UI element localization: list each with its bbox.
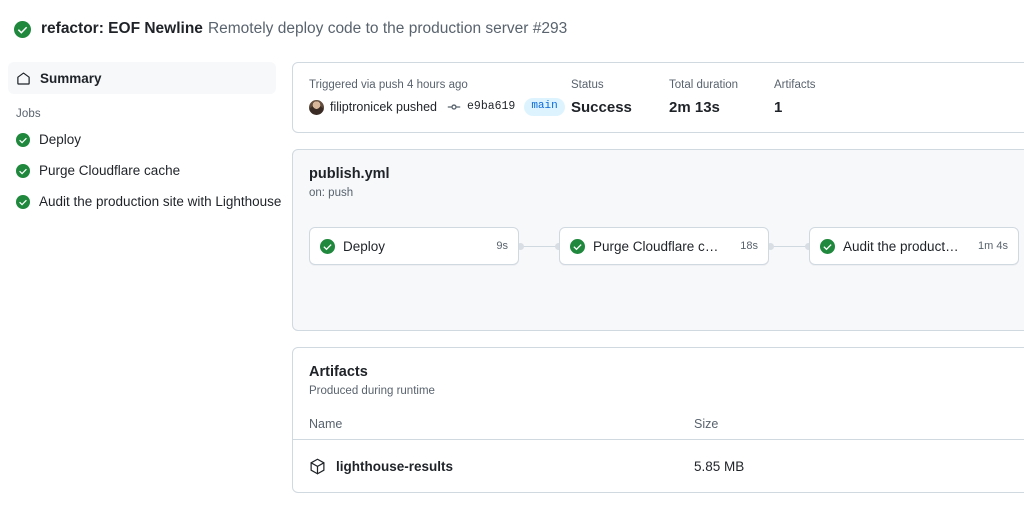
graph-node-audit-lighthouse[interactable]: Audit the production site ... 1m 4s [809,227,1019,265]
duration-value: 2m 13s [669,99,720,116]
check-circle-icon [14,20,31,38]
sidebar: Summary Jobs Deploy Purge Cloudflare cac… [0,56,292,217]
workflow-run-title: Remotely deploy code to the production s… [207,20,568,37]
artifacts-header: Artifacts Produced during runtime [293,348,1024,399]
graph-node-purge-cloudflare-cache[interactable]: Purge Cloudflare cache 18s [559,227,769,265]
main-content: Triggered via push 4 hours ago filiptron… [292,56,1024,506]
page-layout: Summary Jobs Deploy Purge Cloudflare cac… [0,56,1024,506]
artifact-size: 5.85 MB [694,458,745,474]
page-title: refactor: EOF Newline Remotely deploy cod… [41,19,567,39]
check-circle-icon [16,132,30,147]
trigger-actor-line: filiptronicek pushed e9ba619 main [309,98,571,116]
home-icon [16,71,31,86]
branch-badge[interactable]: main [524,98,565,116]
commit-sha[interactable]: e9ba619 [467,98,515,116]
graph-node-label: Purge Cloudflare cache [593,238,723,254]
duration-label: Total duration [669,79,739,91]
graph-node-deploy[interactable]: Deploy 9s [309,227,519,265]
run-header: refactor: EOF Newline Remotely deploy cod… [0,0,1024,56]
run-summary-card: Triggered via push 4 hours ago filiptron… [292,62,1024,133]
run-summary-row: Triggered via push 4 hours ago filiptron… [309,77,1023,118]
check-circle-icon [320,238,335,254]
artifacts-card: Artifacts Produced during runtime Name S… [292,347,1024,493]
sidebar-item-summary[interactable]: Summary [8,62,276,94]
status-column: Status Success [571,77,669,118]
sidebar-item-job-purge-cloudflare-cache[interactable]: Purge Cloudflare cache [8,155,276,186]
workflow-graph-canvas: Deploy 9s Purge Cloudflare cache 18s Aud… [293,227,1024,267]
workflow-trigger-event: on: push [309,187,354,199]
workflow-graph-card: publish.yml on: push Deploy 9s Purge Clo… [292,149,1024,331]
artifact-name-cell: lighthouse-results [309,458,694,475]
graph-node-duration: 1m 4s [978,240,1008,252]
trigger-column: Triggered via push 4 hours ago filiptron… [309,77,571,116]
artifacts-label: Artifacts [774,79,816,91]
graph-connector [769,246,809,247]
check-circle-icon [820,238,835,254]
sidebar-item-job-deploy[interactable]: Deploy [8,124,276,155]
artifacts-count-column: Artifacts 1 [774,77,874,118]
package-icon [309,458,326,475]
artifacts-count: 1 [774,99,783,116]
status-value: Success [571,99,632,116]
sidebar-item-label: Summary [40,70,102,86]
sidebar-item-job-audit-lighthouse[interactable]: Audit the production site with Lighthous… [8,186,281,217]
graph-node-label: Deploy [343,238,386,254]
graph-node-duration: 9s [496,240,508,252]
status-label: Status [571,79,604,91]
commit-icon [447,100,461,114]
avatar[interactable] [309,99,324,115]
artifacts-title: Artifacts [309,364,368,380]
graph-node-label: Audit the production site ... [843,238,961,254]
check-circle-icon [16,163,30,178]
artifacts-table-header: Name Size [293,399,1024,440]
duration-column: Total duration 2m 13s [669,77,774,118]
sidebar-item-label: Audit the production site with Lighthous… [39,194,282,209]
sidebar-item-label: Deploy [39,132,82,147]
check-circle-icon [16,194,30,209]
artifact-name[interactable]: lighthouse-results [336,459,453,474]
graph-node-duration: 18s [740,240,758,252]
trigger-label: Triggered via push 4 hours ago [309,79,468,91]
sidebar-item-label: Purge Cloudflare cache [39,163,181,178]
actor-name[interactable]: filiptronicek pushed [330,98,437,116]
workflow-graph-header: publish.yml on: push [293,150,1024,201]
workflow-file-name: publish.yml [309,166,390,182]
graph-connector [519,246,559,247]
table-row[interactable]: lighthouse-results 5.85 MB [293,440,1024,492]
column-header-name: Name [309,417,343,431]
check-circle-icon [570,238,585,254]
commit-message: refactor: EOF Newline [41,20,203,37]
column-header-size: Size [694,417,719,431]
sidebar-jobs-heading: Jobs [16,108,41,120]
artifacts-subtitle: Produced during runtime [309,385,435,397]
